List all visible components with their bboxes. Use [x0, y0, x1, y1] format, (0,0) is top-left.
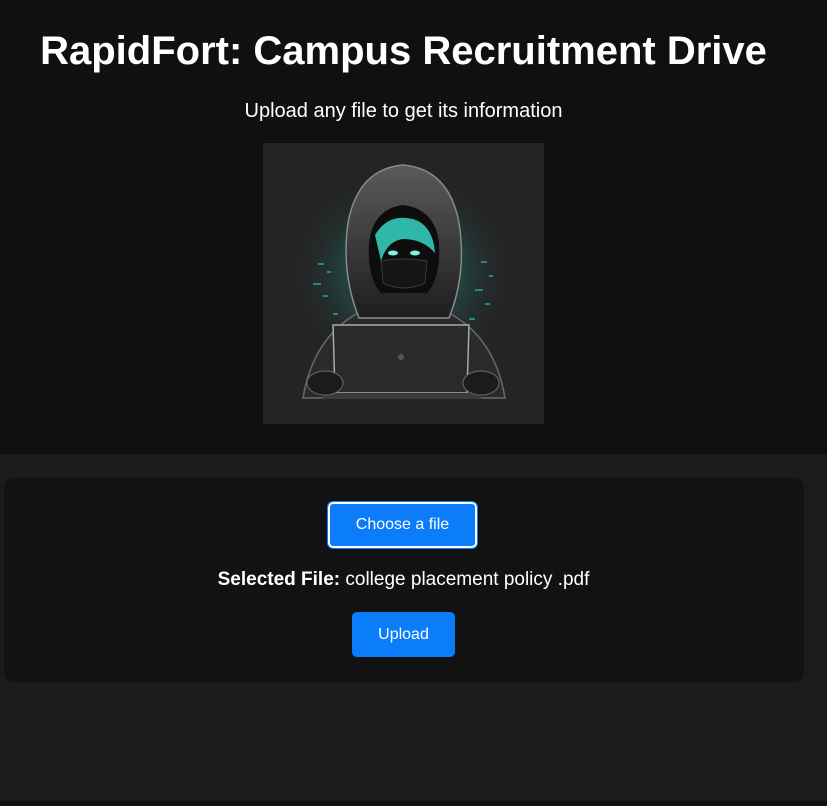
selected-file-label: Selected File: [217, 569, 341, 590]
page-title: RapidFort: Campus Recruitment Drive [40, 29, 767, 73]
upload-button[interactable]: Upload [352, 612, 455, 657]
choose-file-button[interactable]: Choose a file [327, 501, 478, 549]
hacker-illustration [263, 143, 544, 424]
bottom-divider [0, 801, 827, 806]
header-section: RapidFort: Campus Recruitment Drive Uplo… [0, 0, 827, 454]
selected-file-info: Selected File: college placement policy … [0, 569, 807, 591]
hooded-hacker-icon [263, 143, 544, 424]
selected-file-name: college placement policy .pdf [345, 569, 590, 590]
page-subtitle: Upload any file to get its information [244, 100, 563, 122]
